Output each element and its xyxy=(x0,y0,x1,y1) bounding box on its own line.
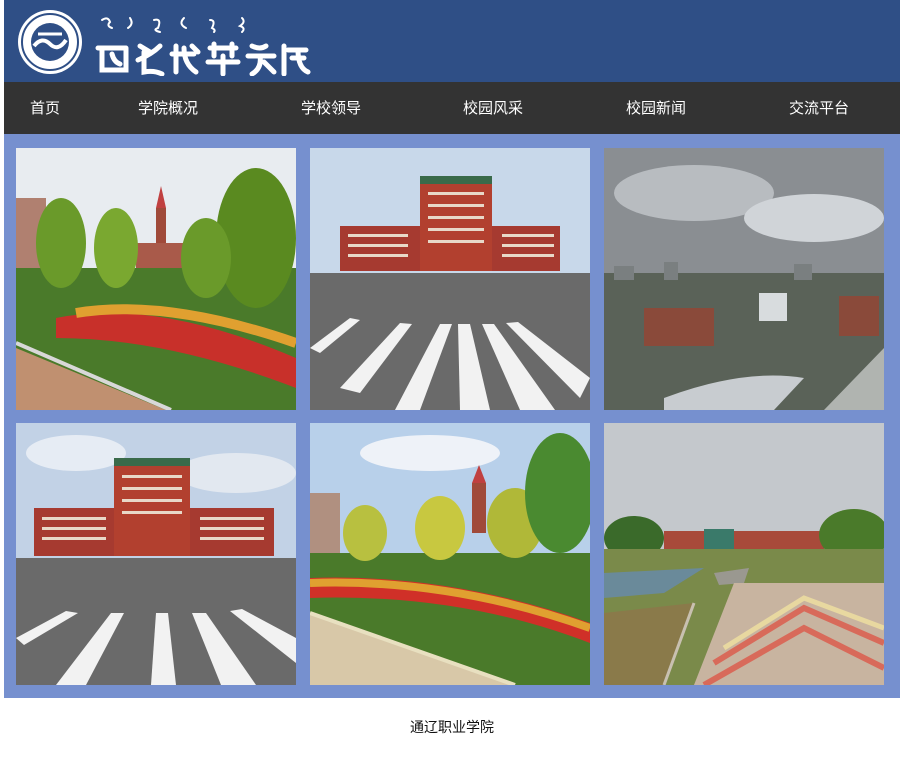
gallery-photo-garden[interactable] xyxy=(16,148,296,410)
gallery-photo-main-building[interactable] xyxy=(310,148,590,410)
site-footer: 通辽职业学院 xyxy=(410,720,494,736)
college-calligraphy-wordmark xyxy=(95,17,311,76)
college-emblem-icon[interactable] xyxy=(16,8,84,76)
nav-item-forum[interactable]: 交流平台 xyxy=(789,82,849,134)
gallery-photo-campus-aerial[interactable] xyxy=(604,148,884,410)
site-header xyxy=(4,0,900,82)
gallery-photo-campus-plaza[interactable] xyxy=(604,423,884,685)
nav-item-campus-scenery[interactable]: 校园风采 xyxy=(463,82,523,134)
gallery-photo-main-building-wide[interactable] xyxy=(16,423,296,685)
main-nav: 首页 学院概况 学校领导 校园风采 校园新闻 交流平台 xyxy=(4,82,900,134)
photo-gallery xyxy=(4,134,900,698)
nav-item-overview[interactable]: 学院概况 xyxy=(138,82,198,134)
gallery-photo-garden-tower[interactable] xyxy=(310,423,590,685)
nav-item-leadership[interactable]: 学校领导 xyxy=(301,82,361,134)
nav-item-campus-news[interactable]: 校园新闻 xyxy=(626,82,686,134)
nav-item-home[interactable]: 首页 xyxy=(30,82,60,134)
